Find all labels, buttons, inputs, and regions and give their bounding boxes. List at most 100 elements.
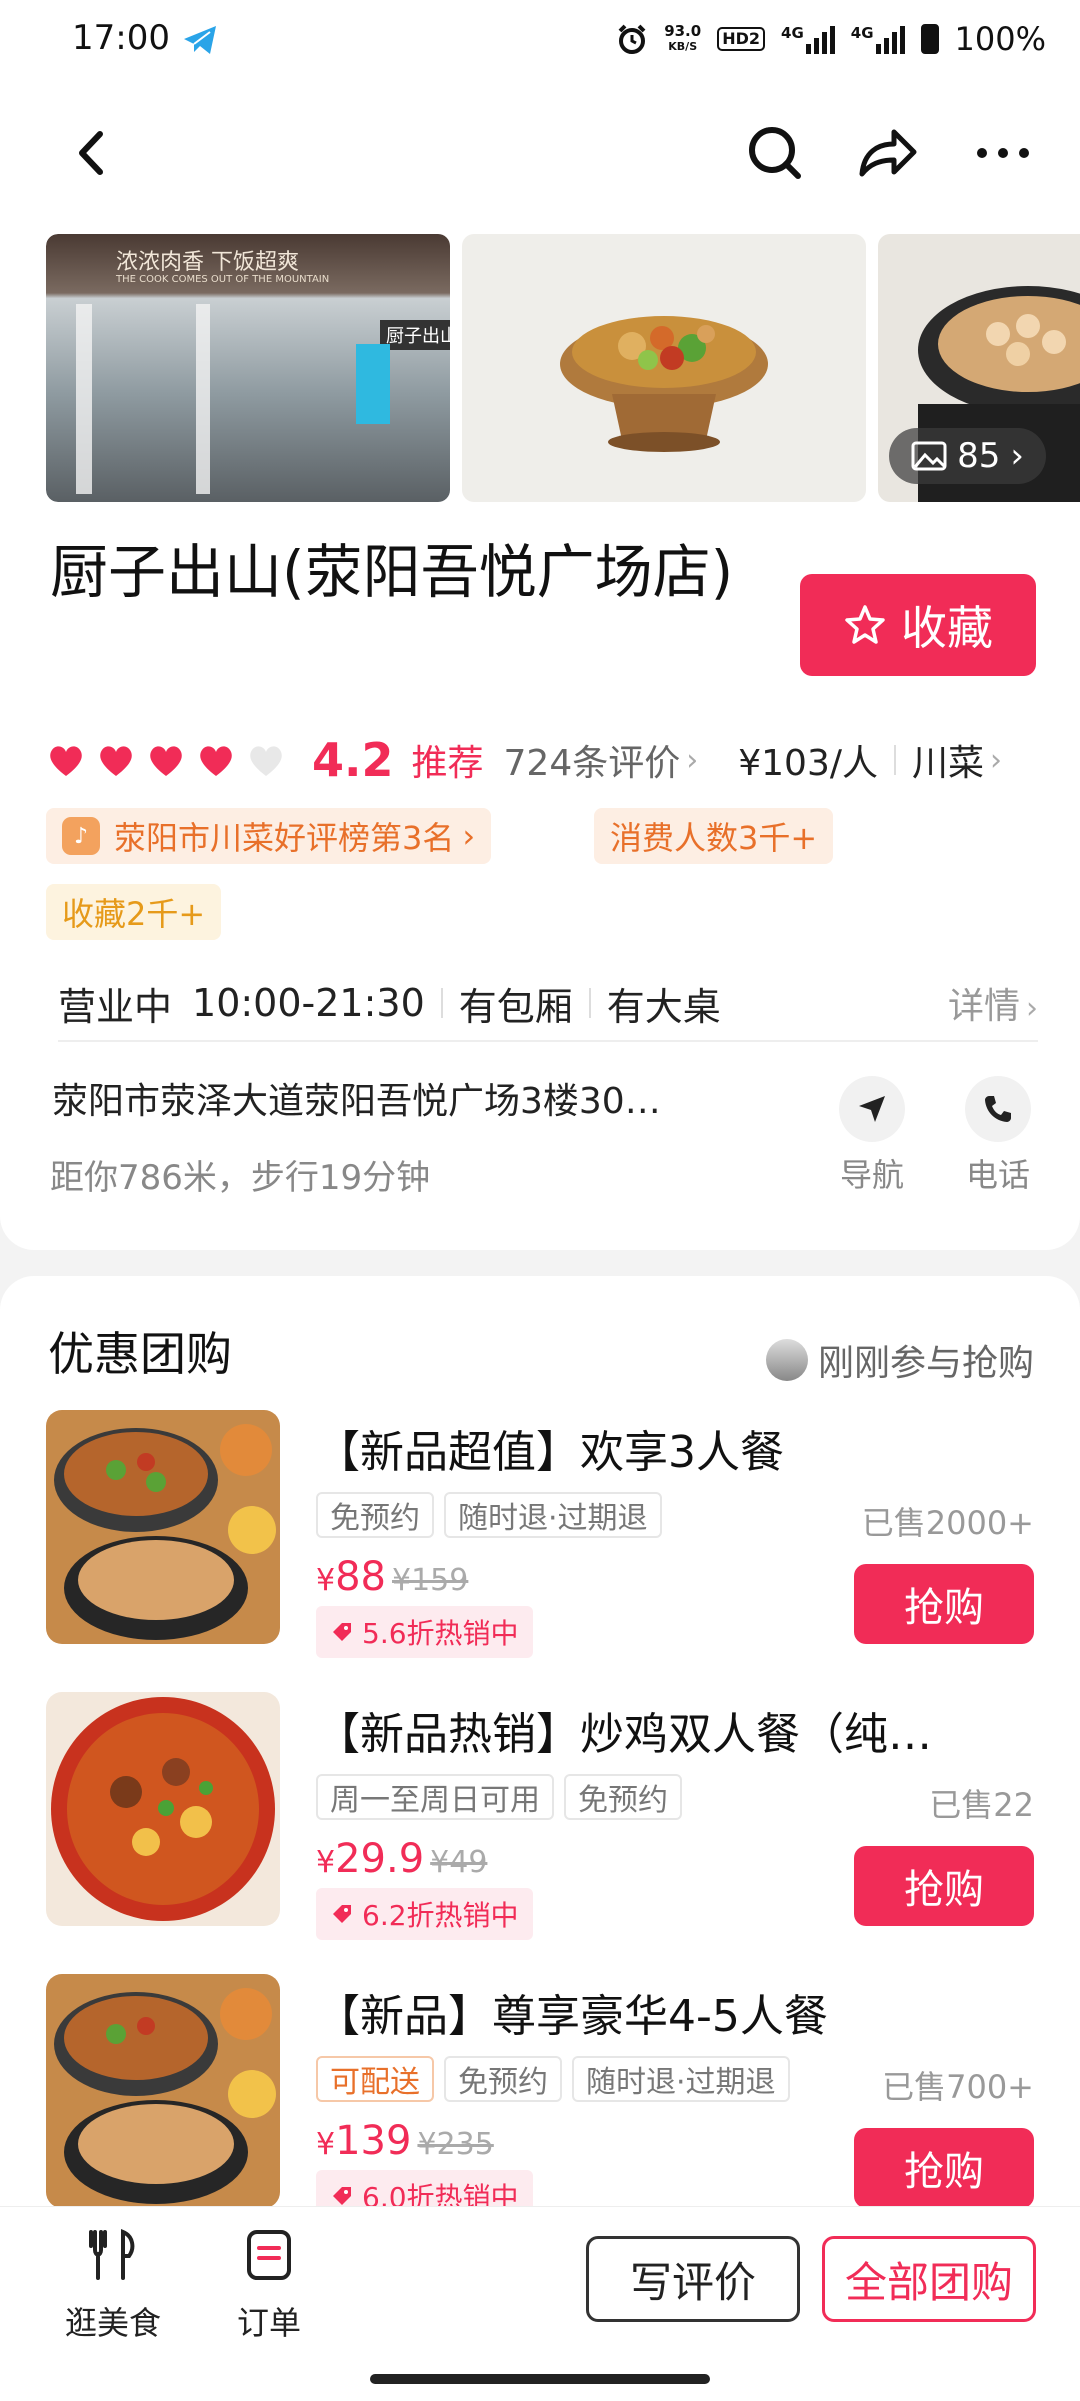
tab-food-label: 逛美食 xyxy=(64,2304,161,2342)
deal-name: 【新品热销】炒鸡双人餐（纯… xyxy=(316,1709,932,1760)
deal-badge: 随时退·过期退 xyxy=(572,2056,790,2102)
heart-icon xyxy=(200,746,232,776)
deal-price: ¥29.9 ¥49 xyxy=(316,1836,488,1882)
deal-badge: 免预约 xyxy=(564,1774,682,1820)
photo-storefront[interactable]: 浓浓肉香 下饭超爽 THE COOK COMES OUT OF THE MOUN… xyxy=(46,234,450,502)
hours-row[interactable]: 营业中 10:00-21:30 有包厢 有大桌 详情 › xyxy=(58,968,1038,1038)
ranking-tag-text: 荥阳市川菜好评榜第3名 xyxy=(114,819,455,857)
chevron-right-icon: › xyxy=(686,742,699,778)
deal-badges: 免预约 随时退·过期退 xyxy=(316,1492,662,1538)
net-speed: 93.0 KB/S xyxy=(664,22,702,53)
divider xyxy=(893,745,896,775)
deals-title: 优惠团购 xyxy=(48,1327,232,1381)
feature-large-table: 有大桌 xyxy=(606,984,721,1029)
deal-badges: 可配送 免预约 随时退·过期退 xyxy=(316,2056,790,2102)
business-hours: 10:00-21:30 xyxy=(192,981,425,1025)
storefront-name-text: 厨子出山 xyxy=(380,320,450,350)
divider xyxy=(588,988,591,1018)
deal-badge: 免预约 xyxy=(444,2056,562,2102)
storefront-sub-text: THE COOK COMES OUT OF THE MOUNTAIN xyxy=(116,274,330,285)
chevron-right-icon: › xyxy=(462,817,476,855)
recent-purchase: 刚刚参与抢购 xyxy=(765,1334,1034,1386)
recommend-label: 推荐 xyxy=(411,743,484,784)
navigate-icon xyxy=(839,1076,905,1142)
heart-icon xyxy=(100,746,132,776)
tab-orders[interactable]: 订单 xyxy=(204,2228,334,2344)
ranking-tag[interactable]: ♪ 荥阳市川菜好评榜第3名 › xyxy=(46,808,492,864)
divider xyxy=(440,988,443,1018)
feature-private-room: 有包厢 xyxy=(458,984,573,1029)
deal-item[interactable]: 【新品超值】欢享3人餐 免预约 随时退·过期退 已售2000+ ¥88 ¥159 … xyxy=(0,1410,1080,1690)
avatar xyxy=(765,1339,808,1381)
fork-knife-icon xyxy=(89,2229,135,2280)
more-icon xyxy=(977,148,1029,158)
phone-button[interactable]: 电话 xyxy=(948,1076,1048,1196)
phone-label: 电话 xyxy=(965,1156,1030,1194)
deal-original-price: ¥49 xyxy=(430,1845,488,1880)
phone-icon xyxy=(965,1076,1031,1142)
deal-sold-count: 已售700+ xyxy=(882,2068,1034,2106)
photo-count-badge[interactable]: 85 › xyxy=(889,428,1046,484)
favorite-label: 收藏 xyxy=(901,601,993,655)
deal-price: ¥139 ¥235 xyxy=(316,2118,494,2164)
review-count[interactable]: 724条评价 xyxy=(504,734,681,786)
share-icon xyxy=(859,129,917,177)
deal-price: ¥88 ¥159 xyxy=(316,1554,469,1600)
photo-dish-bowl[interactable] xyxy=(462,234,866,502)
deal-name: 【新品超值】欢享3人餐 xyxy=(316,1427,784,1478)
deal-discount-tag: 5.6折热销中 xyxy=(316,1606,533,1658)
chevron-right-icon: › xyxy=(990,742,1002,778)
all-deals-button[interactable]: 全部团购 xyxy=(822,2236,1036,2322)
tag-icon xyxy=(333,2187,351,2205)
favorite-button[interactable]: 收藏 xyxy=(800,574,1036,676)
tag-icon xyxy=(333,1623,351,1641)
signal-2: 4G xyxy=(851,24,905,54)
back-button[interactable] xyxy=(56,118,126,188)
heart-empty-icon xyxy=(250,746,282,776)
details-link[interactable]: 详情 › xyxy=(948,977,1038,1029)
navigate-label: 导航 xyxy=(839,1156,904,1194)
deal-badge: 周一至周日可用 xyxy=(316,1774,554,1820)
buy-button[interactable]: 抢购 xyxy=(854,1564,1034,1644)
battery-level: 100% xyxy=(954,20,1046,58)
tag-icon xyxy=(333,1905,351,1923)
rating-score: 4.2 xyxy=(312,733,394,787)
tab-food[interactable]: 逛美食 xyxy=(48,2228,178,2344)
deal-name: 【新品】尊享豪华4-5人餐 xyxy=(316,1991,828,2042)
deal-original-price: ¥235 xyxy=(417,2127,494,2162)
more-button[interactable] xyxy=(968,118,1038,188)
distance-info: 距你786米，步行19分钟 xyxy=(50,1158,431,1198)
heart-icon xyxy=(150,746,182,776)
buy-button[interactable]: 抢购 xyxy=(854,1846,1034,1926)
cuisine-label[interactable]: 川菜 xyxy=(912,734,984,786)
deal-item[interactable]: 【新品】尊享豪华4-5人餐 可配送 免预约 随时退·过期退 已售700+ ¥13… xyxy=(0,1974,1080,2206)
divider xyxy=(58,1040,1038,1042)
deal-badges: 周一至周日可用 免预约 xyxy=(316,1774,682,1820)
alarm-icon xyxy=(618,24,646,54)
deal-discount-tag: 6.0折热销中 xyxy=(316,2170,533,2206)
tab-orders-label: 订单 xyxy=(236,2304,301,2342)
buy-button[interactable]: 抢购 xyxy=(854,2128,1034,2206)
deal-sold-count: 已售2000+ xyxy=(861,1504,1034,1542)
shop-address[interactable]: 荥阳市荥泽大道荥阳吾悦广场3楼30… xyxy=(52,1072,782,1124)
heart-icon xyxy=(50,746,82,776)
star-icon xyxy=(845,605,885,644)
recent-purchase-text: 刚刚参与抢购 xyxy=(817,1343,1034,1384)
deal-item[interactable]: 【新品热销】炒鸡双人餐（纯… 周一至周日可用 免预约 已售22 ¥29.9 ¥49… xyxy=(0,1692,1080,1972)
consumers-tag: 消费人数3千+ xyxy=(594,808,834,864)
navigate-button[interactable]: 导航 xyxy=(822,1076,922,1196)
search-button[interactable] xyxy=(740,118,810,188)
favorites-tag: 收藏2千+ xyxy=(46,884,222,940)
photo-count-text: 85 xyxy=(957,436,1001,476)
price-per-person: ¥103/人 xyxy=(738,743,878,784)
deal-discount-tag: 6.2折热销中 xyxy=(316,1888,533,1940)
battery-icon xyxy=(920,24,939,54)
shop-name: 厨子出山(荥阳吾悦广场店) xyxy=(50,538,734,606)
write-review-button[interactable]: 写评价 xyxy=(586,2236,800,2322)
share-button[interactable] xyxy=(852,118,922,188)
deal-sold-count: 已售22 xyxy=(929,1786,1034,1824)
deal-thumbnail xyxy=(46,1410,280,1644)
rating-row[interactable]: 4.2 推荐 724条评价 › ¥103/人 川菜 › xyxy=(46,730,1002,790)
deal-badge: 可配送 xyxy=(316,2056,434,2102)
home-indicator[interactable] xyxy=(370,2374,710,2384)
